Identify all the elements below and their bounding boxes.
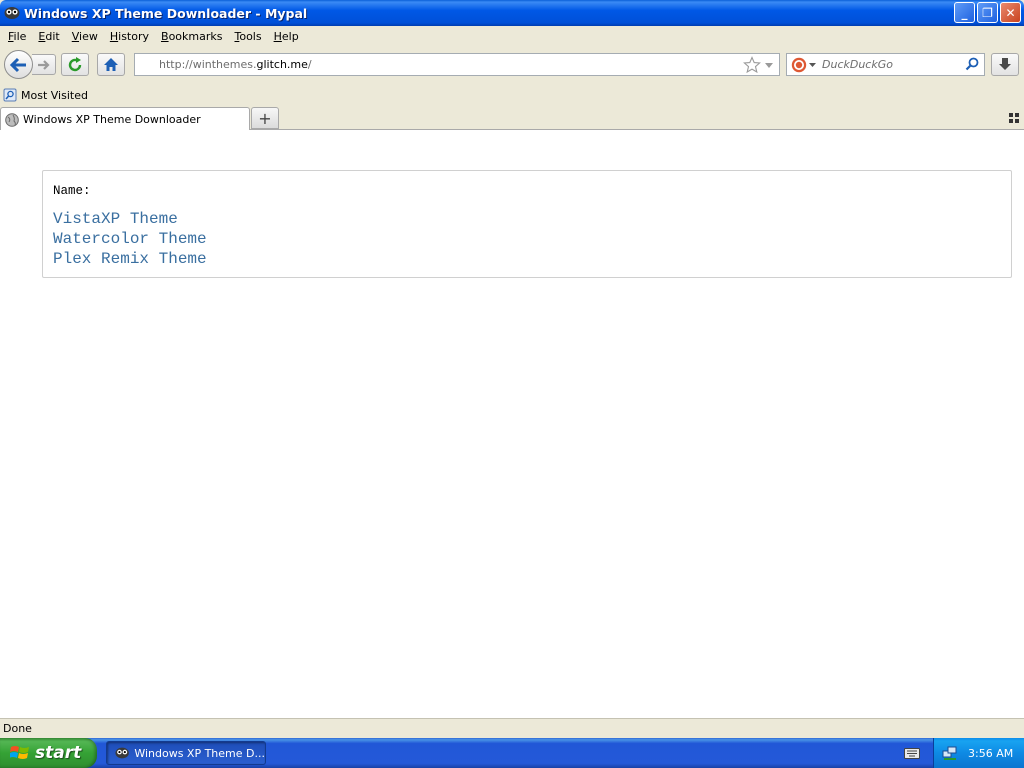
back-button[interactable] [4,50,33,79]
download-icon [999,58,1011,70]
close-icon: ✕ [1005,5,1016,20]
navigation-toolbar: http://winthemes.glitch.me/ DuckDuckGo [0,46,1024,84]
menu-bar: File Edit View History Bookmarks Tools H… [0,26,1024,46]
url-suffix: / [307,58,312,71]
url-host: glitch.me [256,58,308,71]
menu-history[interactable]: History [104,30,155,43]
restore-button[interactable]: ❐ [977,2,998,23]
grid-dot-icon [1015,113,1019,117]
theme-link-plex-remix[interactable]: Plex Remix Theme [53,249,207,269]
clock[interactable]: 3:56 AM [968,747,1013,760]
tab-label: Windows XP Theme Downloader [23,113,201,126]
window-controls: _ ❐ ✕ [954,2,1021,23]
list-item: VistaXP Theme [53,209,207,229]
theme-link-watercolor[interactable]: Watercolor Theme [53,229,207,249]
window-title: Windows XP Theme Downloader - Mypal [24,5,308,21]
tab-windows-xp-theme-downloader[interactable]: Windows XP Theme Downloader [0,107,250,131]
tab-strip: Windows XP Theme Downloader + [0,106,1024,131]
home-icon [104,58,118,71]
url-prefix: http://winthemes. [159,58,257,71]
menu-tools[interactable]: Tools [228,30,267,43]
search-placeholder: DuckDuckGo [822,58,893,71]
taskbar-button-mypal[interactable]: Windows XP Theme D... [106,741,266,765]
minimize-button[interactable]: _ [954,2,975,23]
theme-list-card: Name: VistaXP Theme Watercolor Theme Ple… [42,170,1012,278]
start-button[interactable]: start [0,738,97,768]
menu-file[interactable]: File [2,30,32,43]
search-bar[interactable]: DuckDuckGo [786,53,985,76]
chevron-down-icon [809,62,816,67]
mypal-app-icon [4,5,20,21]
grid-dot-icon [1015,119,1019,123]
folder-icon [3,88,17,102]
windows-logo-icon [10,746,29,759]
minimize-icon: _ [961,5,968,20]
taskbar: start Windows XP Theme D... 3:56 AM [0,738,1024,768]
list-all-tabs-button[interactable] [1008,112,1020,124]
forward-button[interactable] [32,54,56,75]
name-label: Name: [53,184,91,198]
menu-help[interactable]: Help [268,30,305,43]
reload-button[interactable] [61,53,89,76]
downloads-button[interactable] [991,53,1019,76]
plus-icon: + [258,108,272,128]
new-tab-button[interactable]: + [251,107,279,129]
search-engine-selector[interactable] [791,57,816,73]
menu-edit[interactable]: Edit [32,30,65,43]
taskbar-button-label: Windows XP Theme D... [134,746,265,760]
menu-bookmarks[interactable]: Bookmarks [155,30,228,43]
status-text: Done [3,722,32,735]
search-icon[interactable] [965,57,979,71]
web-content: Name: VistaXP Theme Watercolor Theme Ple… [0,130,1024,718]
title-bar[interactable]: Windows XP Theme Downloader - Mypal _ ❐ … [0,0,1024,26]
close-button[interactable]: ✕ [1000,2,1021,23]
reload-icon [68,56,82,71]
list-item: Watercolor Theme [53,229,207,249]
list-item: Plex Remix Theme [53,249,207,269]
url-icons [743,56,775,74]
bookmark-star-icon[interactable] [743,56,761,74]
keyboard-icon[interactable] [904,746,920,760]
system-tray: 3:56 AM [933,738,1024,768]
theme-list: VistaXP Theme Watercolor Theme Plex Remi… [53,209,207,269]
menu-view[interactable]: View [66,30,104,43]
start-label: start [35,743,82,763]
status-bar: Done [0,718,1024,738]
restore-icon: ❐ [982,5,993,20]
home-button[interactable] [97,53,125,76]
forward-icon [37,59,50,70]
dropmarker-icon[interactable] [763,60,775,70]
bookmarks-toolbar: Most Visited [0,84,1024,106]
grid-dot-icon [1009,119,1013,123]
search-engine-icon [791,57,807,72]
theme-link-vistaxp[interactable]: VistaXP Theme [53,209,207,229]
url-text: http://winthemes.glitch.me/ [159,58,312,71]
address-bar[interactable]: http://winthemes.glitch.me/ [134,53,780,76]
globe-icon [5,112,19,127]
grid-dot-icon [1009,113,1013,117]
bookmark-most-visited[interactable]: Most Visited [21,89,88,102]
mypal-app-icon [115,747,129,759]
network-icon[interactable] [942,745,958,761]
back-icon [9,57,26,72]
